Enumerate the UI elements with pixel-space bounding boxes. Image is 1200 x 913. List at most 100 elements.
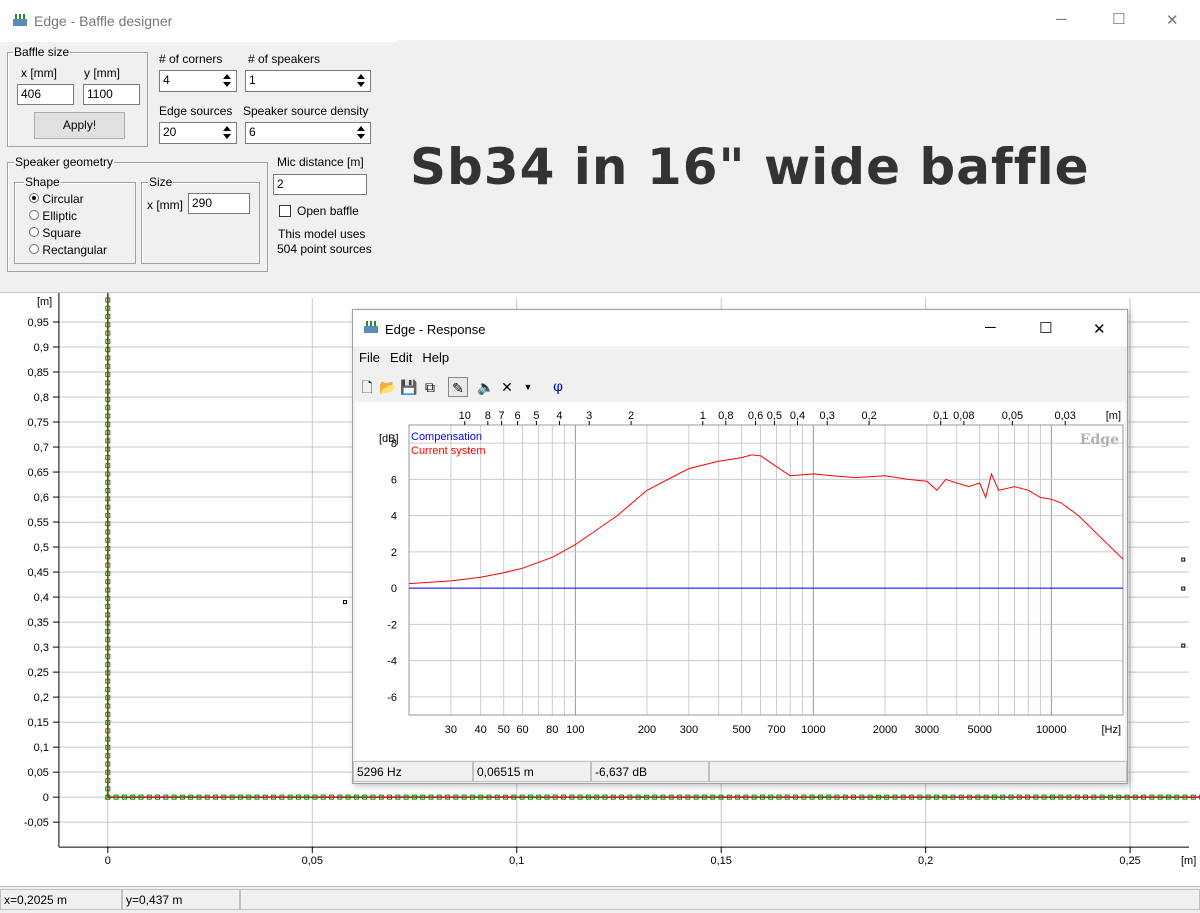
top-tick-label: 0,6 [748, 410, 763, 422]
y-tick-label: 0,7 [34, 442, 49, 454]
baffle-x-input[interactable]: 406 [17, 84, 74, 105]
baffle-y-label: y [mm] [84, 66, 120, 80]
x-tick-label: 700 [767, 724, 785, 736]
response-close-button[interactable]: ✕ [1093, 320, 1106, 338]
spin-arrows-icon[interactable] [220, 72, 234, 89]
status-bar: x=0,2025 m y=0,437 m [0, 886, 1200, 913]
top-tick-label: 0,03 [1054, 410, 1075, 422]
headline: Sb34 in 16" wide baffle [410, 138, 1090, 196]
spin-arrows-icon[interactable] [354, 72, 368, 89]
size-x-input[interactable]: 290 [188, 193, 250, 214]
x-tick-label: 60 [516, 724, 528, 736]
x-tick-label: 500 [733, 724, 751, 736]
x-tick-label: 50 [498, 724, 510, 736]
open-baffle-checkbox[interactable] [279, 205, 291, 217]
maximize-button[interactable]: ☐ [1112, 10, 1125, 28]
top-tick-label: 0,2 [861, 410, 876, 422]
apply-button[interactable]: Apply! [34, 112, 125, 139]
menu-edit[interactable]: Edit [390, 350, 412, 365]
shape-radio-rectangular[interactable]: Rectangular [29, 243, 107, 257]
shape-radio-elliptic[interactable]: Elliptic [29, 209, 77, 223]
y-tick-label: 0 [391, 583, 397, 595]
open-folder-icon[interactable]: 📂 [378, 377, 398, 397]
legend-entry: Current system [411, 445, 486, 457]
minimize-button[interactable]: ─ [1056, 11, 1067, 28]
y-tick-label: 0,85 [28, 367, 49, 379]
top-tick-label: 3 [586, 410, 592, 422]
density-value: 6 [249, 125, 256, 139]
top-tick-label: 7 [499, 410, 505, 422]
y-tick-label: -6 [387, 692, 397, 704]
speaker-source [343, 600, 347, 605]
y-unit-label: [m] [37, 296, 52, 308]
corners-value: 4 [163, 73, 170, 87]
model-info-line2: 504 point sources [277, 242, 372, 256]
response-title: Edge - Response [385, 322, 486, 337]
y-tick-label: 0,8 [34, 392, 49, 404]
top-tick-label: 0,8 [718, 410, 733, 422]
speaker-icon[interactable]: 🔈 [476, 377, 496, 397]
pencil-icon[interactable]: ✎ [448, 377, 468, 397]
y-tick-label: 0,95 [28, 317, 49, 329]
shape-radio-circular[interactable]: Circular [29, 192, 84, 206]
top-tick-label: 10 [459, 410, 471, 422]
corners-spinner[interactable]: 4 [159, 70, 237, 92]
response-status-empty [709, 761, 1127, 782]
top-tick-label: 0,08 [953, 410, 974, 422]
status-y: y=0,437 m [122, 889, 240, 910]
app-icon [13, 14, 27, 26]
y-tick-label: 0,9 [34, 342, 49, 354]
delete-icon[interactable]: ✕ [497, 377, 517, 397]
response-chart[interactable]: 8 6 4 2 0 -2 -4 -6 30 40 50 60 80 100 200 300 500 700 1000… [355, 402, 1125, 760]
y-tick-label: -2 [387, 619, 397, 631]
size-x-label: x [mm] [147, 198, 183, 212]
phase-button[interactable]: φ [548, 377, 568, 397]
radio-icon[interactable] [29, 244, 39, 254]
speakers-spinner[interactable]: 1 [245, 70, 371, 92]
speaker-geometry-label: Speaker geometry [14, 155, 115, 169]
y-tick-label: 0,55 [28, 517, 49, 529]
menu-help[interactable]: Help [422, 350, 449, 365]
watermark: Edge [1080, 432, 1119, 448]
x-tick-label: 0,2 [918, 855, 933, 867]
spin-arrows-icon[interactable] [354, 124, 368, 141]
open-baffle-label: Open baffle [297, 204, 359, 218]
baffle-x-label: x [mm] [21, 66, 57, 80]
menu-file[interactable]: File [359, 350, 380, 365]
model-info-line1: This model uses [278, 227, 366, 241]
top-tick-label: 8 [485, 410, 491, 422]
mic-distance-input[interactable]: 2 [273, 174, 367, 195]
save-icon[interactable]: 💾 [399, 377, 419, 397]
copy-icon[interactable]: ⧉ [420, 377, 440, 397]
x-tick-label: 200 [638, 724, 656, 736]
density-spinner[interactable]: 6 [245, 122, 371, 144]
response-status-bar: 5296 Hz 0,06515 m -6,637 dB [353, 761, 1127, 783]
top-tick-label: 0,4 [790, 410, 805, 422]
y-tick-label: 2 [391, 547, 397, 559]
x-tick-label: 10000 [1036, 724, 1067, 736]
x-tick-label: 300 [680, 724, 698, 736]
top-tick-label: 0,05 [1002, 410, 1023, 422]
response-maximize-button[interactable]: ☐ [1039, 319, 1052, 337]
x-tick-label: 0 [105, 855, 111, 867]
y-tick-label: 0 [43, 792, 49, 804]
radio-icon[interactable] [29, 210, 39, 220]
spin-arrows-icon[interactable] [220, 124, 234, 141]
y-tick-label: 0,75 [28, 417, 49, 429]
close-button[interactable]: ✕ [1166, 11, 1179, 29]
baffle-y-input[interactable]: 1100 [83, 84, 140, 105]
dropdown-arrow-icon[interactable]: ▼ [518, 377, 538, 397]
edge-sources-spinner[interactable]: 20 [159, 122, 237, 144]
speaker-source [1181, 557, 1186, 562]
response-minimize-button[interactable]: ─ [985, 319, 996, 336]
radio-icon[interactable] [29, 227, 39, 237]
radio-selected-icon[interactable] [29, 193, 39, 203]
shape-radio-square[interactable]: Square [29, 226, 81, 240]
y-tick-label: 0,2 [34, 692, 49, 704]
top-tick-label: 5 [533, 410, 539, 422]
new-file-icon[interactable]: 🗋 [357, 377, 377, 397]
y-tick-label: 0,25 [28, 667, 49, 679]
mic-distance-label: Mic distance [m] [277, 155, 364, 169]
title-underline [0, 40, 398, 42]
speakers-label: # of speakers [248, 52, 321, 66]
